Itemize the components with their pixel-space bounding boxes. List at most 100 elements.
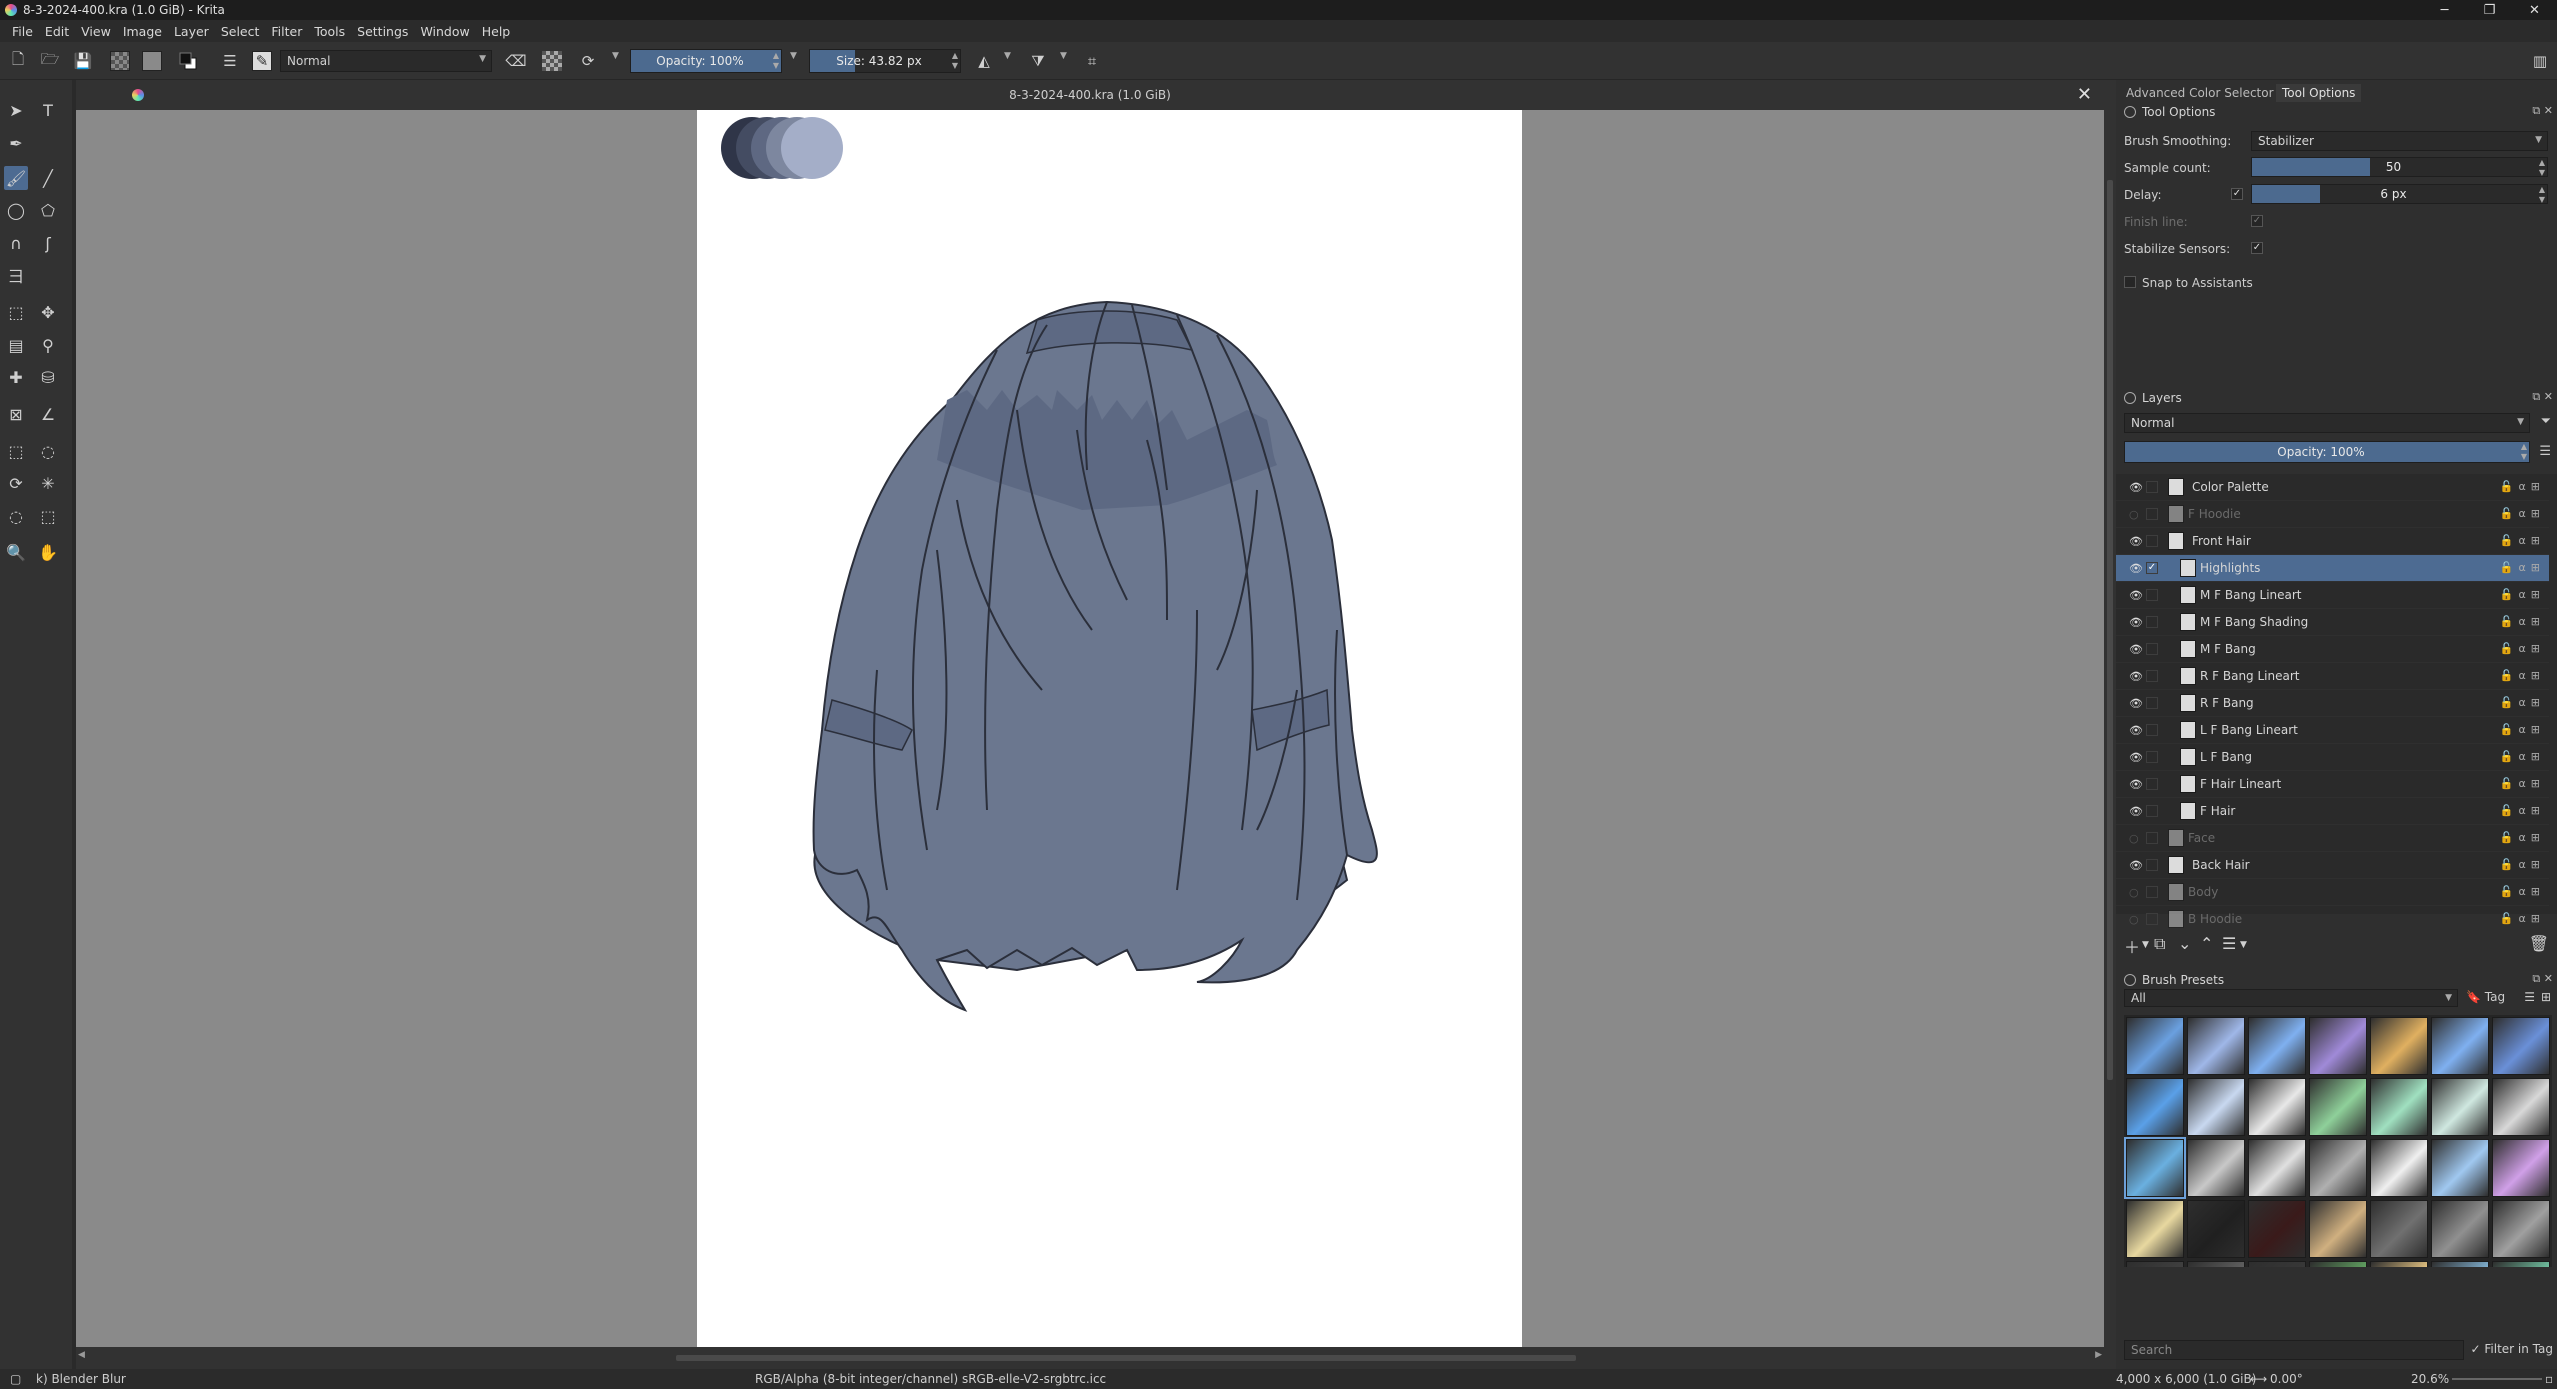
visibility-eye-icon[interactable]: ○ xyxy=(2129,886,2141,899)
gradient-tool-icon[interactable]: ▤ xyxy=(4,333,28,357)
layer-row[interactable]: 👁 L F Bang 🔓α⊞ xyxy=(2116,744,2549,771)
layer-row[interactable]: ○ Body 🔓α⊞ xyxy=(2116,879,2549,906)
blend-mode-select[interactable]: Normal ▼ xyxy=(280,50,492,72)
layer-opacity-slider[interactable]: Opacity: 100% ▲ ▼ xyxy=(2124,441,2530,463)
contiguous-select-tool-icon[interactable]: ✳ xyxy=(36,471,60,495)
layer-name[interactable]: F Hair xyxy=(2200,804,2235,818)
layer-row[interactable]: 👁 L F Bang Lineart 🔓α⊞ xyxy=(2116,717,2549,744)
chevron-down-icon[interactable]: ▼ xyxy=(2240,940,2247,950)
panel-float-close-icons[interactable]: ⧉ ✕ xyxy=(2532,390,2553,404)
open-document-icon[interactable]: 🗁 xyxy=(40,50,60,71)
layer-row[interactable]: 👁 Color Palette 🔓α⊞ xyxy=(2116,474,2549,501)
layer-property-icons[interactable]: 🔓α⊞ xyxy=(2500,804,2545,817)
visibility-eye-icon[interactable]: 👁 xyxy=(2129,778,2143,791)
mirror-horizontal-icon[interactable]: ◭ xyxy=(974,51,994,71)
visibility-eye-icon[interactable]: ○ xyxy=(2129,508,2141,521)
layer-name[interactable]: Body xyxy=(2188,885,2218,899)
visibility-eye-icon[interactable]: ○ xyxy=(2129,832,2141,845)
brush-preset-tile[interactable] xyxy=(2431,1017,2489,1075)
select-shapes-tool-icon[interactable]: ➤ xyxy=(4,98,28,122)
layer-property-icons[interactable]: 🔓α⊞ xyxy=(2500,642,2545,655)
visibility-eye-icon[interactable]: 👁 xyxy=(2129,616,2143,629)
save-document-icon[interactable]: 💾 xyxy=(73,51,93,71)
menu-layer[interactable]: Layer xyxy=(168,24,215,39)
canvas-paper[interactable] xyxy=(697,110,1522,1347)
layer-name[interactable]: L F Bang xyxy=(2200,750,2252,764)
spin-arrows-icon[interactable]: ▲ ▼ xyxy=(2539,158,2545,178)
chevron-down-icon[interactable]: ▼ xyxy=(1004,51,1011,61)
new-document-icon[interactable]: 🗋 xyxy=(8,50,28,71)
spin-arrows-icon[interactable]: ▲ ▼ xyxy=(952,51,958,71)
layer-name[interactable]: B Hoodie xyxy=(2188,912,2242,926)
visibility-eye-icon[interactable]: 👁 xyxy=(2129,724,2143,737)
measure-tool-icon[interactable]: ∠ xyxy=(36,402,60,426)
layer-blend-mode-select[interactable]: Normal ▼ xyxy=(2124,413,2530,433)
menu-window[interactable]: Window xyxy=(414,24,475,39)
gradient-selector-icon[interactable] xyxy=(110,51,130,71)
layer-property-icons[interactable]: 🔓α⊞ xyxy=(2500,696,2545,709)
layer-select-checkbox[interactable] xyxy=(2146,859,2158,871)
layer-property-icons[interactable]: 🔓α⊞ xyxy=(2500,750,2545,763)
layer-property-icons[interactable]: 🔓α⊞ xyxy=(2500,858,2545,871)
layer-name[interactable]: Highlights xyxy=(2200,561,2260,575)
brush-preset-tile[interactable] xyxy=(2187,1017,2245,1075)
layer-row[interactable]: 👁 F Hair Lineart 🔓α⊞ xyxy=(2116,771,2549,798)
document-tab-title[interactable]: 8-3-2024-400.kra (1.0 GiB) xyxy=(76,88,2104,102)
chevron-down-icon[interactable]: ▼ xyxy=(612,51,619,61)
layer-name[interactable]: F Hair Lineart xyxy=(2200,777,2281,791)
layer-property-icons[interactable]: 🔓α⊞ xyxy=(2500,507,2545,520)
rect-select-tool-icon[interactable]: ⬚ xyxy=(4,439,28,463)
brush-preset-tile[interactable] xyxy=(2492,1261,2550,1267)
delay-slider[interactable]: 6 px ▲ ▼ xyxy=(2251,184,2548,204)
layer-row[interactable]: ○ F Hoodie 🔓α⊞ xyxy=(2116,501,2549,528)
delay-checkbox[interactable]: ✓ xyxy=(2231,188,2243,200)
brush-preset-tile[interactable] xyxy=(2248,1200,2306,1258)
spin-arrows-icon[interactable]: ▲ ▼ xyxy=(2521,442,2527,462)
move-tool-icon[interactable]: ✥ xyxy=(36,300,60,324)
layer-name[interactable]: F Hoodie xyxy=(2188,507,2241,521)
visibility-eye-icon[interactable]: ○ xyxy=(2129,913,2141,926)
chevron-down-icon[interactable]: ▼ xyxy=(790,51,797,61)
tab-tool-options[interactable]: Tool Options xyxy=(2276,84,2362,102)
layer-list[interactable]: 👁 Color Palette 🔓α⊞ ○ F Hoodie 🔓α⊞ 👁 Front Hair… xyxy=(2116,474,2557,933)
layer-row[interactable]: 👁 M F Bang Shading 🔓α⊞ xyxy=(2116,609,2549,636)
vertical-scroll-thumb[interactable] xyxy=(2107,180,2113,1080)
chevron-down-icon[interactable]: ▼ xyxy=(1060,51,1067,61)
lock-icon[interactable] xyxy=(2124,106,2136,118)
layer-options-menu-icon[interactable]: ☰ xyxy=(2539,444,2551,459)
visibility-eye-icon[interactable]: 👁 xyxy=(2129,751,2143,764)
brush-preset-tile[interactable] xyxy=(2431,1200,2489,1258)
brush-preset-tile[interactable] xyxy=(2492,1017,2550,1075)
mirror-vertical-icon[interactable]: ⧩ xyxy=(1028,51,1048,71)
brush-preset-tile[interactable] xyxy=(2492,1139,2550,1197)
layer-select-checkbox[interactable] xyxy=(2146,589,2158,601)
brush-preset-tile[interactable] xyxy=(2187,1078,2245,1136)
layer-name[interactable]: Face xyxy=(2188,831,2215,845)
brush-preset-tile[interactable] xyxy=(2309,1017,2367,1075)
workspace-chooser-icon[interactable]: ▥ xyxy=(2530,51,2550,71)
layer-select-checkbox[interactable] xyxy=(2146,508,2158,520)
brush-preset-tile[interactable] xyxy=(2248,1261,2306,1267)
multibrush-tool-icon[interactable]: ⺕ xyxy=(4,263,28,287)
sample-count-slider[interactable]: 50 ▲ ▼ xyxy=(2251,157,2548,177)
lock-icon[interactable] xyxy=(2124,974,2136,986)
visibility-eye-icon[interactable]: 👁 xyxy=(2129,697,2143,710)
brush-preset-icon[interactable]: ✎ xyxy=(252,51,272,71)
close-window-button[interactable]: ✕ xyxy=(2512,0,2557,20)
layer-select-checkbox[interactable] xyxy=(2146,481,2158,493)
opacity-slider[interactable]: Opacity: 100% ▲ ▼ xyxy=(630,49,782,73)
layer-property-icons[interactable]: 🔓α⊞ xyxy=(2500,588,2545,601)
layer-name[interactable]: Back Hair xyxy=(2192,858,2250,872)
horizontal-scrollbar[interactable]: ◀ ▶ xyxy=(76,1347,2104,1369)
brush-preset-tile[interactable] xyxy=(2309,1261,2367,1267)
layer-row[interactable]: ○ B Hoodie 🔓α⊞ xyxy=(2116,906,2549,933)
brush-preset-tile[interactable] xyxy=(2309,1078,2367,1136)
visibility-eye-icon[interactable]: 👁 xyxy=(2129,643,2143,656)
zoom-slider[interactable] xyxy=(2452,1378,2542,1380)
close-document-icon[interactable]: ✕ xyxy=(2077,84,2092,105)
layer-property-icons[interactable]: 🔓α⊞ xyxy=(2500,561,2545,574)
filter-icon[interactable]: ⏷ xyxy=(2541,414,2551,429)
layer-select-checkbox[interactable] xyxy=(2146,616,2158,628)
brush-preset-tile[interactable] xyxy=(2431,1078,2489,1136)
layer-name[interactable]: L F Bang Lineart xyxy=(2200,723,2298,737)
